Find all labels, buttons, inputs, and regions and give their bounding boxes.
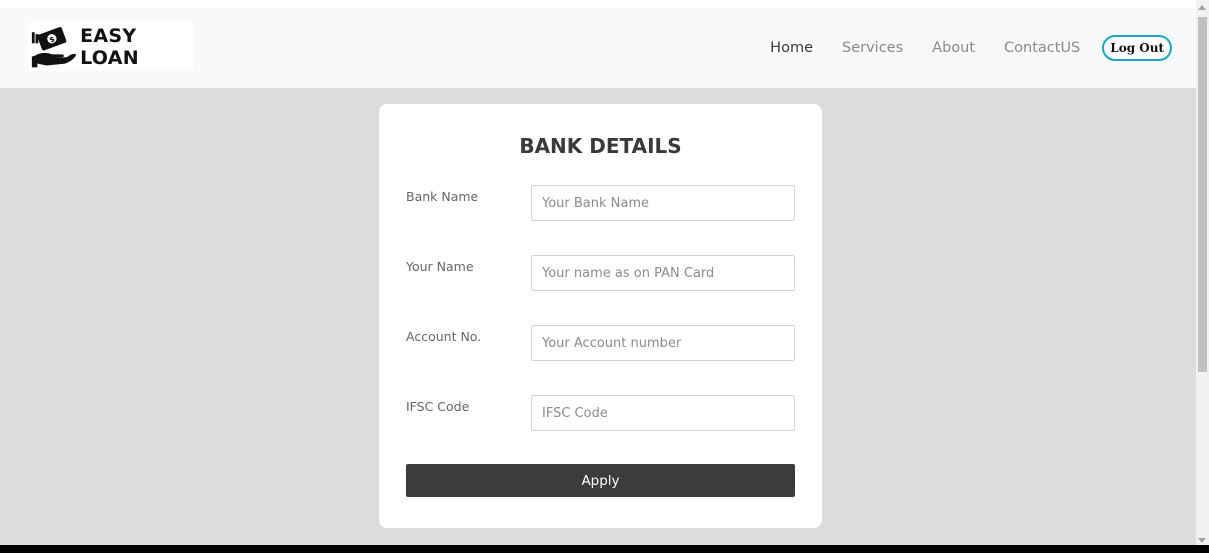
page-viewport: $ EASY LOAN Home Services About ContactU… [0, 0, 1196, 545]
bank-details-card: BANK DETAILS Bank Name Your Name Account… [379, 104, 822, 528]
bank-name-label: Bank Name [406, 189, 479, 204]
ifsc-code-row: IFSC Code [406, 395, 795, 431]
ifsc-code-input[interactable] [531, 395, 795, 431]
nav-about[interactable]: About [932, 40, 975, 56]
account-no-label: Account No. [406, 329, 482, 344]
bank-name-input[interactable] [531, 185, 795, 221]
scroll-up-arrow-icon[interactable] [1198, 5, 1206, 10]
hand-money-icon: $ [31, 27, 77, 68]
scroll-down-arrow-icon[interactable] [1198, 538, 1206, 543]
logout-button[interactable]: Log Out [1102, 35, 1172, 61]
account-no-row: Account No. [406, 325, 795, 361]
bottom-bar [0, 545, 1209, 553]
brand-logo[interactable]: $ EASY LOAN [28, 23, 193, 71]
your-name-input[interactable] [531, 255, 795, 291]
ifsc-code-label: IFSC Code [406, 399, 470, 414]
bank-name-row: Bank Name [406, 185, 795, 221]
navbar: $ EASY LOAN Home Services About ContactU… [0, 8, 1196, 88]
your-name-label: Your Name [406, 259, 474, 274]
scroll-thumb[interactable] [1198, 17, 1207, 372]
nav-contactus[interactable]: ContactUS [1004, 40, 1080, 56]
nav-links: Home Services About ContactUS Log Out [741, 8, 1172, 88]
vertical-scrollbar[interactable] [1196, 0, 1209, 545]
nav-services[interactable]: Services [842, 40, 903, 56]
form-title: BANK DETAILS [519, 134, 682, 158]
your-name-row: Your Name [406, 255, 795, 291]
account-no-input[interactable] [531, 325, 795, 361]
nav-home[interactable]: Home [770, 40, 813, 56]
top-strip [0, 0, 1196, 8]
apply-button[interactable]: Apply [406, 464, 795, 497]
brand-name: EASY LOAN [80, 25, 139, 69]
